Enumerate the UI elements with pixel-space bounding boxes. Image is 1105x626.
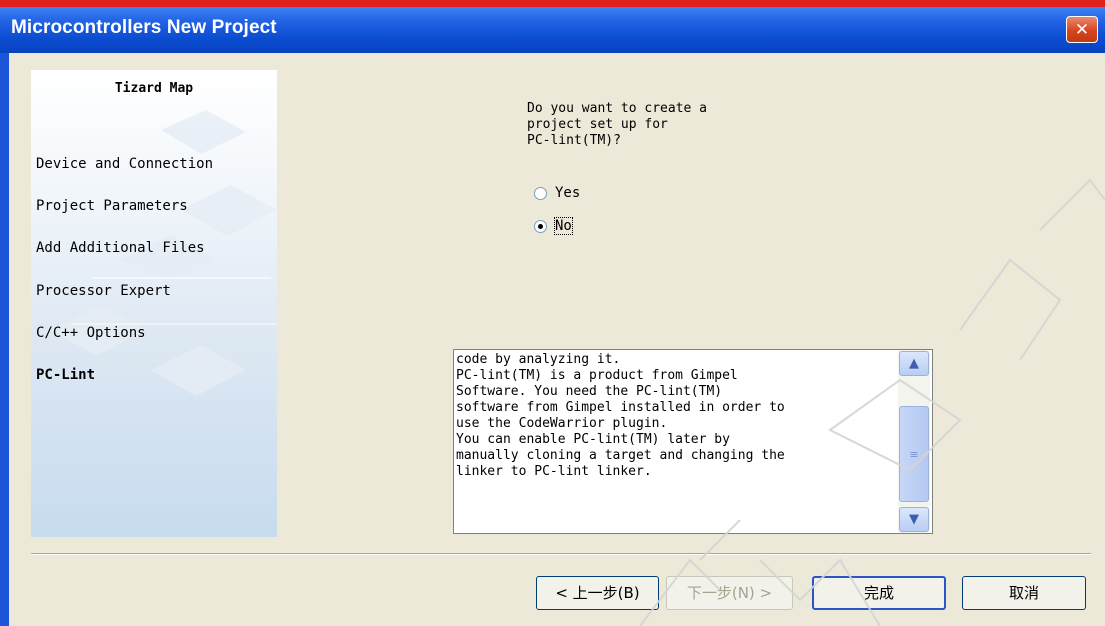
wizard-step-processor-expert: Processor Expert <box>36 283 171 299</box>
wizard-map-panel: Tizard Map Device and Connection Project… <box>31 70 277 537</box>
radio-yes-indicator[interactable] <box>534 187 547 200</box>
dialog-content: Tizard Map Device and Connection Project… <box>9 53 1105 626</box>
scroll-down-button[interactable]: ▼ <box>899 507 929 532</box>
next-button[interactable]: 下一步(N) > <box>666 576 793 610</box>
title-bar[interactable]: Microcontrollers New Project ✕ <box>0 7 1105 53</box>
back-button[interactable]: < 上一步(B) <box>536 576 659 610</box>
cancel-button[interactable]: 取消 <box>962 576 1086 610</box>
radio-no[interactable]: No <box>534 217 654 237</box>
wizard-step-device-connection: Device and Connection <box>36 156 214 172</box>
wizard-background-decoration <box>51 110 277 396</box>
question-text: Do you want to create a project set up f… <box>527 101 708 148</box>
vertical-scrollbar[interactable]: ▲ ≡ ▼ <box>898 350 930 533</box>
wizard-step-add-additional-files: Add Additional Files <box>36 240 205 256</box>
radio-no-label[interactable]: No <box>554 217 573 235</box>
wizard-step-cpp-options: C/C++ Options <box>36 325 146 341</box>
wizard-step-pc-lint: PC-Lint <box>36 367 96 383</box>
chevron-up-icon: ▲ <box>909 356 919 371</box>
scroll-thumb[interactable]: ≡ <box>899 406 929 502</box>
wizard-map-heading: Tizard Map <box>114 81 194 96</box>
radio-yes-label[interactable]: Yes <box>555 185 580 201</box>
window-top-edge <box>0 0 1105 7</box>
close-icon: ✕ <box>1074 20 1090 40</box>
scroll-up-button[interactable]: ▲ <box>899 351 929 376</box>
grip-icon: ≡ <box>909 448 919 461</box>
chevron-down-icon: ▼ <box>909 512 919 527</box>
dialog-window: Microcontrollers New Project ✕ Tizard Ma… <box>0 7 1105 626</box>
wizard-step-project-parameters: Project Parameters <box>36 198 188 214</box>
window-title: Microcontrollers New Project <box>11 17 277 38</box>
close-button[interactable]: ✕ <box>1066 16 1098 43</box>
radio-yes[interactable]: Yes <box>534 184 654 204</box>
finish-button[interactable]: 完成 <box>812 576 946 610</box>
description-textbox[interactable]: code by analyzing it. PC-lint(TM) is a p… <box>453 349 933 534</box>
radio-no-indicator[interactable] <box>534 220 547 233</box>
description-text: code by analyzing it. PC-lint(TM) is a p… <box>456 352 785 479</box>
button-separator <box>31 553 1091 555</box>
